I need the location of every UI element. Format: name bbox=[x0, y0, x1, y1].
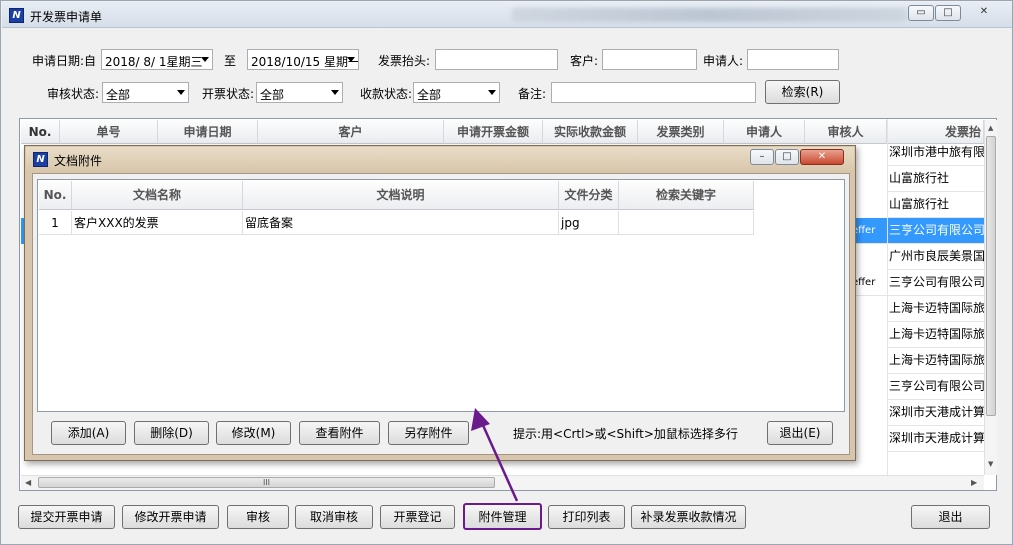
annotation-arrow-icon bbox=[471, 408, 519, 502]
